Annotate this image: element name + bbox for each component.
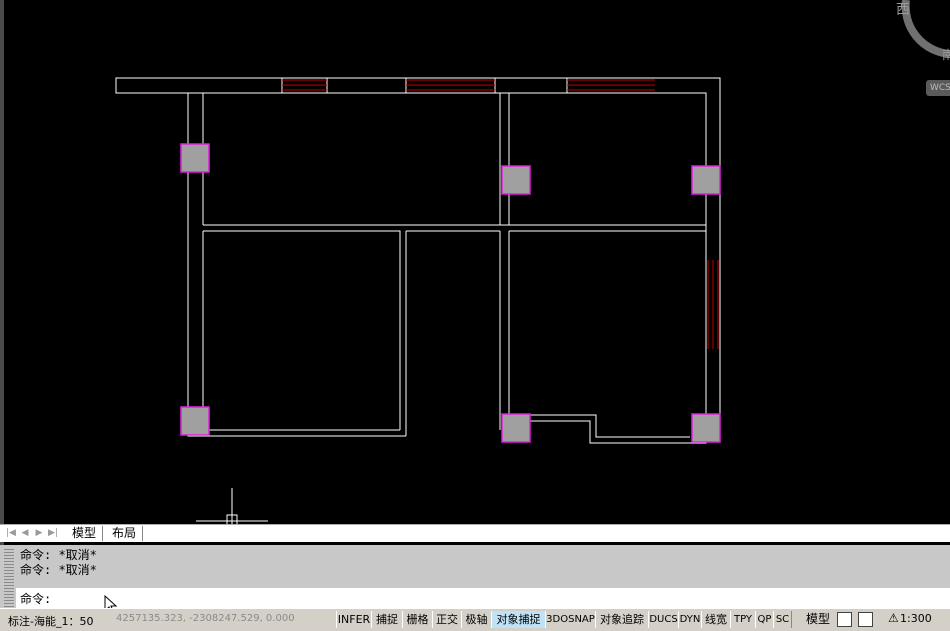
- tab-model[interactable]: 模型: [66, 526, 104, 541]
- viewcube-west-label[interactable]: 西: [896, 0, 910, 19]
- toggle-qp[interactable]: QP: [755, 611, 774, 628]
- wcs-button[interactable]: WCS: [926, 80, 950, 96]
- command-history: 命令: *取消* 命令: *取消*: [16, 545, 950, 587]
- tab-layout[interactable]: 布局: [106, 526, 144, 541]
- model-space-canvas[interactable]: 西 南 WCS: [0, 0, 950, 524]
- floor-plan-drawing[interactable]: [0, 0, 950, 524]
- command-prompt: 命令:: [20, 592, 52, 606]
- canvas-left-border: [0, 0, 4, 545]
- toggle-polar[interactable]: 极轴: [461, 611, 492, 628]
- quick-view-layouts-icon[interactable]: [837, 612, 852, 627]
- wall-segment: [115, 77, 283, 94]
- toggle-3dosnap[interactable]: 3DOSNAP: [545, 611, 596, 628]
- command-history-line: 命令: *取消*: [20, 563, 97, 577]
- wall-segment: [499, 93, 510, 430]
- window-symbol: [406, 79, 495, 91]
- next-tab-icon[interactable]: ▶: [34, 528, 44, 539]
- annotation-scale-icon[interactable]: ⚠: [888, 611, 899, 625]
- coordinate-readout[interactable]: 4257135.323, -2308247.529, 0.000: [116, 613, 295, 624]
- command-input[interactable]: 命令:: [16, 588, 950, 608]
- wall-segment: [187, 231, 406, 437]
- wall-segment: [530, 414, 707, 444]
- last-tab-icon[interactable]: ▶|: [48, 528, 58, 539]
- structural-column: [691, 165, 721, 195]
- command-window: 命令: *取消* 命令: *取消* 命令:: [0, 545, 950, 608]
- wall-segment: [326, 77, 407, 94]
- toggle-snap[interactable]: 捕捉: [371, 611, 403, 628]
- toggle-otrack[interactable]: 对象追踪: [595, 611, 649, 628]
- structural-column: [180, 406, 210, 436]
- viewcube-south-label[interactable]: 南: [942, 46, 950, 63]
- view-scale-label[interactable]: 1:300: [900, 612, 932, 625]
- toggle-tpy[interactable]: TPY: [730, 611, 756, 628]
- toggle-dyn[interactable]: DYN: [678, 611, 702, 628]
- wall-segment: [494, 77, 568, 94]
- structural-column: [501, 413, 531, 443]
- window-symbol: [707, 260, 719, 349]
- toggle-ducs[interactable]: DUCS: [648, 611, 679, 628]
- layout-tab-strip: |◀ ◀ ▶ ▶| 模型 布局: [0, 524, 950, 542]
- structural-column: [691, 413, 721, 443]
- prev-tab-icon[interactable]: ◀: [20, 528, 30, 539]
- toggle-osnap[interactable]: 对象捕捉: [491, 611, 546, 628]
- structural-column: [501, 165, 531, 195]
- first-tab-icon[interactable]: |◀: [6, 528, 16, 539]
- toggle-grid[interactable]: 栅格: [402, 611, 433, 628]
- crosshair-cursor: [196, 488, 268, 524]
- structural-column: [180, 143, 210, 173]
- wall-segment: [203, 224, 706, 436]
- window-symbol: [282, 79, 327, 91]
- model-space-button[interactable]: 模型: [806, 611, 830, 628]
- toggle-infer[interactable]: INFER: [336, 611, 372, 628]
- toggle-sc[interactable]: SC: [773, 611, 792, 628]
- status-bar: 标注-海能_1：50 4257135.323, -2308247.529, 0.…: [0, 608, 950, 631]
- command-window-grip[interactable]: [4, 547, 14, 607]
- quick-view-drawings-icon[interactable]: [858, 612, 873, 627]
- window-symbol: [567, 79, 655, 91]
- annotation-scale-label[interactable]: 标注-海能_1：50: [8, 613, 93, 629]
- toggle-lineweight[interactable]: 线宽: [701, 611, 731, 628]
- toggle-ortho[interactable]: 正交: [432, 611, 462, 628]
